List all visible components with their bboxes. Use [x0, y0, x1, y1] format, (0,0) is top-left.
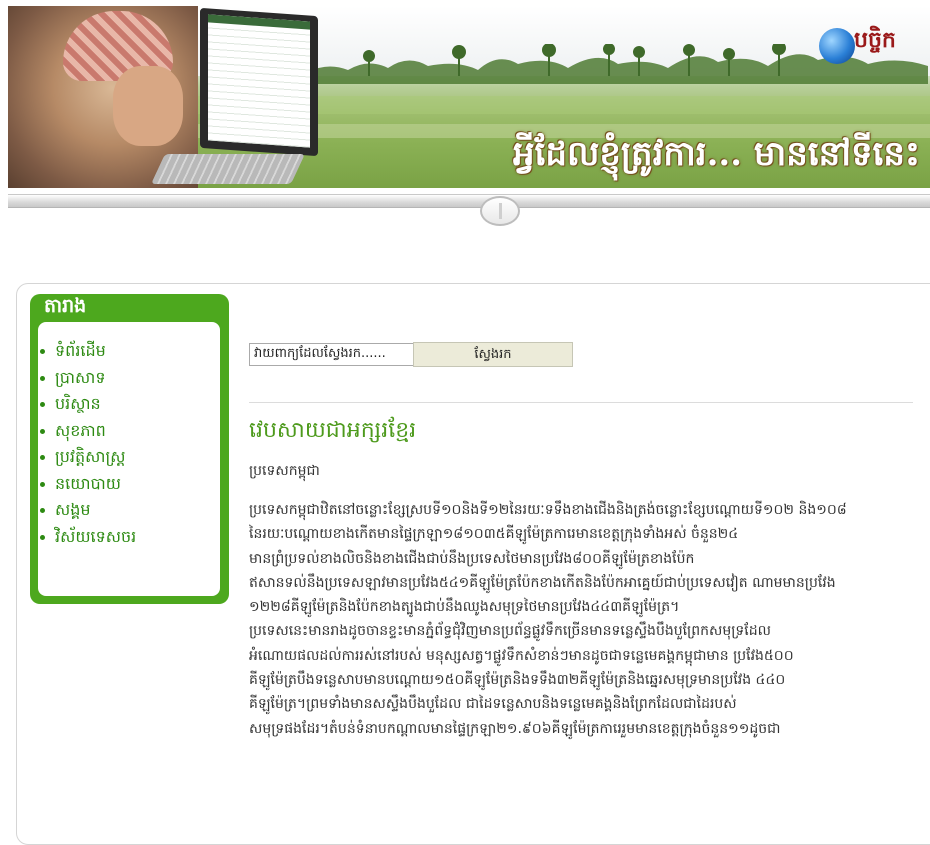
bullet-icon	[40, 534, 45, 540]
article-line: គីឡូម៉ែត្របឹងទន្លេសាបមានបណ្ដោយ១៥០គីឡូម៉ែ…	[249, 672, 786, 689]
article-line: អំណោយផលដល់ការរស់នៅរបស់ មនុស្សសត្វ។ផ្លូវទ…	[249, 647, 794, 664]
sidebar-item-label[interactable]: នយោបាយ	[55, 474, 121, 493]
sidebar-item-tourism[interactable]: វិស័យទេសចរ	[40, 524, 136, 551]
banner-face	[113, 66, 183, 146]
article-line: គីឡូម៉ែត្រ។ព្រមទាំងមានសស្ទឹងបឹងបួដែល ជាដ…	[249, 696, 737, 713]
article-line: សមុទ្រផងដែរ។តំបន់ទំនាបកណ្ដាលមានផ្ទៃក្រឡា…	[249, 720, 781, 737]
sidebar-item-label[interactable]: ទំព័រដើម	[55, 341, 106, 360]
sidebar-item-history[interactable]: ប្រវត្តិសាស្ត្រ	[40, 444, 136, 471]
article-line: ប្រទេសកម្ពុជាឋិតនៅចន្លោះខ្សែស្របទី១០និងទ…	[249, 502, 847, 518]
sidebar-title: តារាង	[44, 295, 87, 317]
article-line: នៃរយៈបណ្ដោយខាងកើតមានផ្ទៃក្រឡា១៨១០៣៥គីឡូម…	[249, 526, 739, 543]
article-line: ១២២៨គីឡូម៉ែត្រនិងប៉ែកខាងត្បូងជាប់នឹងឈូងស…	[249, 599, 680, 616]
sidebar-item-label[interactable]: សង្គម	[55, 500, 91, 519]
sidebar-item-politics[interactable]: នយោបាយ	[40, 471, 136, 498]
banner-monitor-screen	[208, 14, 310, 148]
article-subtitle: ប្រទេសកម្ពុជា	[249, 463, 320, 479]
sidebar-item-label[interactable]: ប្រវត្តិសាស្ត្រ	[55, 447, 125, 466]
sidebar-item-health[interactable]: សុខភាព	[40, 418, 136, 445]
globe-logo-icon[interactable]	[819, 28, 855, 64]
sidebar-item-label[interactable]: ប្រាសាទ	[55, 368, 105, 387]
site-logo-text[interactable]: បច្ចិក	[854, 26, 896, 58]
search-button[interactable]: ស្វែងរក	[413, 342, 573, 367]
banner-tagline: អ្វីដែលខ្ញុំត្រូវការ... មាននៅទីនេះ	[513, 134, 920, 174]
header-banner: បច្ចិក អ្វីដែលខ្ញុំត្រូវការ... មាននៅទីនេ…	[8, 6, 930, 188]
sidebar-item-temples[interactable]: ប្រាសាទ	[40, 365, 136, 392]
divider-knob-icon	[480, 196, 520, 226]
sidebar-item-home[interactable]: ទំព័រដើម	[40, 338, 136, 365]
bullet-icon	[40, 402, 45, 407]
content-divider	[249, 402, 913, 403]
article-line: ឥសានទល់នឹងប្រទេសឡាវមានប្រវែង៥៤១គីឡូម៉ែត្…	[249, 574, 836, 591]
article-line: មានព្រំប្រទល់ខាងលិចនិងខាងជើងជាប់នឹងប្រទេ…	[249, 550, 695, 567]
article-body: ប្រទេសកម្ពុជាឋិតនៅចន្លោះខ្សែស្របទី១០និងទ…	[249, 498, 919, 741]
sidebar-item-label[interactable]: វិស័យទេសចរ	[55, 527, 136, 546]
sidebar-item-label[interactable]: សុខភាព	[55, 421, 106, 440]
header-divider	[8, 194, 930, 208]
search-input[interactable]	[249, 343, 413, 366]
bullet-icon	[40, 428, 45, 434]
bullet-icon	[40, 481, 45, 487]
sidebar-item-society[interactable]: សង្គម	[40, 497, 136, 524]
sidebar-item-environment[interactable]: បរិស្ថាន	[40, 391, 136, 418]
sidebar-menu-list: ទំព័រដើម ប្រាសាទ បរិស្ថាន សុខភាព ប្រវត្ត…	[40, 338, 136, 550]
bullet-icon	[40, 455, 45, 460]
bullet-icon	[40, 349, 45, 354]
article-title: វេបសាយជាអក្សរខ្មែរ	[249, 418, 417, 443]
sidebar-item-label[interactable]: បរិស្ថាន	[55, 394, 101, 413]
bullet-icon	[40, 508, 45, 513]
bullet-icon	[40, 375, 45, 381]
banner-keyboard	[151, 154, 305, 184]
article-line: ប្រទេសនេះមានរាងដូចចានខ្ទះមានភ្នំព័ទ្ធជុំ…	[249, 623, 771, 640]
